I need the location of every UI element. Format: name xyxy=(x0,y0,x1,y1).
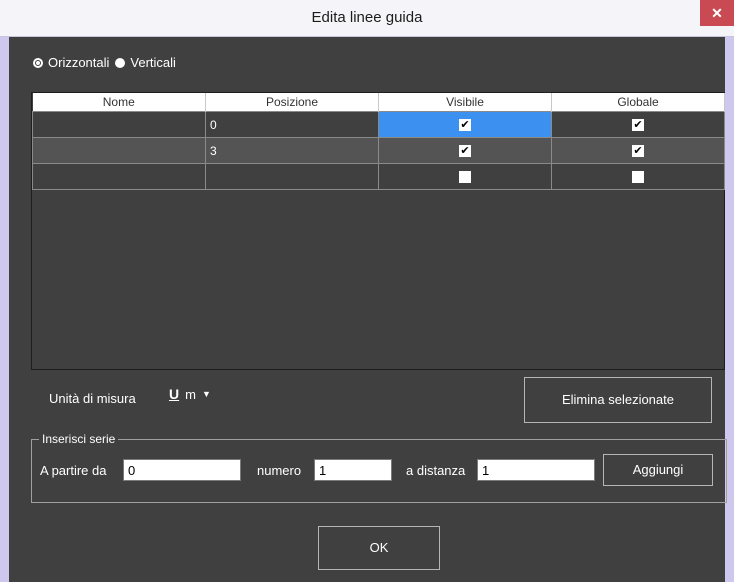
units-label: Unità di misura xyxy=(49,391,136,406)
dialog-body: Orizzontali Verticali Nome Posizione Vis… xyxy=(9,37,727,582)
cell-globale[interactable]: ✔ xyxy=(551,137,725,164)
cell-posizione[interactable]: 0 xyxy=(205,111,379,138)
table-row[interactable]: 0 ✔ ✔ xyxy=(32,111,725,138)
start-input[interactable] xyxy=(123,459,241,481)
cell-nome[interactable] xyxy=(32,137,206,164)
cell-visibile[interactable]: ✔ xyxy=(378,137,552,164)
distance-input[interactable] xyxy=(477,459,595,481)
delete-selected-button[interactable]: Elimina selezionate xyxy=(524,377,712,423)
cell-nome[interactable] xyxy=(32,111,206,138)
cell-globale[interactable] xyxy=(551,163,725,190)
column-header-globale[interactable]: Globale xyxy=(551,93,725,112)
chevron-down-icon: ▼ xyxy=(201,389,211,399)
radio-orizzontali[interactable] xyxy=(33,57,43,68)
insert-series-title: Inserisci serie xyxy=(39,432,119,446)
globale-checkbox[interactable]: ✔ xyxy=(632,145,644,158)
visibile-checkbox[interactable]: ✔ xyxy=(459,119,471,132)
unit-value: m xyxy=(185,386,196,402)
column-header-posizione[interactable]: Posizione xyxy=(205,93,379,112)
distance-label: a distanza xyxy=(406,463,466,478)
start-label: A partire da xyxy=(40,463,107,478)
count-label: numero xyxy=(257,463,302,478)
cell-visibile[interactable]: ✔ xyxy=(378,111,552,138)
table-row[interactable]: 3 ✔ ✔ xyxy=(32,137,725,164)
ok-button[interactable]: OK xyxy=(318,526,440,570)
radio-verticali-label[interactable]: Verticali xyxy=(130,55,176,70)
table-row[interactable] xyxy=(32,163,725,190)
visibile-checkbox[interactable]: ✔ xyxy=(459,145,471,158)
title-bar: Edita linee guida ✕ xyxy=(0,0,734,37)
dialog-window: Edita linee guida ✕ Orizzontali Vertical… xyxy=(0,0,734,582)
cell-posizione[interactable] xyxy=(205,163,379,190)
column-header-nome[interactable]: Nome xyxy=(32,93,206,112)
cell-globale[interactable]: ✔ xyxy=(551,111,725,138)
visibile-checkbox[interactable] xyxy=(459,171,471,184)
orientation-radio-group: Orizzontali Verticali xyxy=(33,55,182,70)
close-button[interactable]: ✕ xyxy=(700,0,734,26)
globale-checkbox[interactable]: ✔ xyxy=(632,119,644,132)
globale-checkbox[interactable] xyxy=(632,171,644,184)
add-button[interactable]: Aggiungi xyxy=(603,454,713,486)
window-title: Edita linee guida xyxy=(311,9,423,26)
radio-verticali[interactable] xyxy=(115,57,126,68)
unit-icon: U xyxy=(169,386,180,402)
cell-visibile[interactable] xyxy=(378,163,552,190)
cell-posizione[interactable]: 3 xyxy=(205,137,379,164)
table-header: Nome Posizione Visibile Globale xyxy=(32,93,725,112)
count-input[interactable] xyxy=(314,459,392,481)
units-dropdown[interactable]: U m ▼ xyxy=(169,386,211,402)
cell-nome[interactable] xyxy=(32,163,206,190)
guides-table[interactable]: Nome Posizione Visibile Globale 0 ✔ ✔ 3 … xyxy=(31,92,725,370)
radio-orizzontali-label[interactable]: Orizzontali xyxy=(48,55,109,70)
column-header-visibile[interactable]: Visibile xyxy=(378,93,552,112)
